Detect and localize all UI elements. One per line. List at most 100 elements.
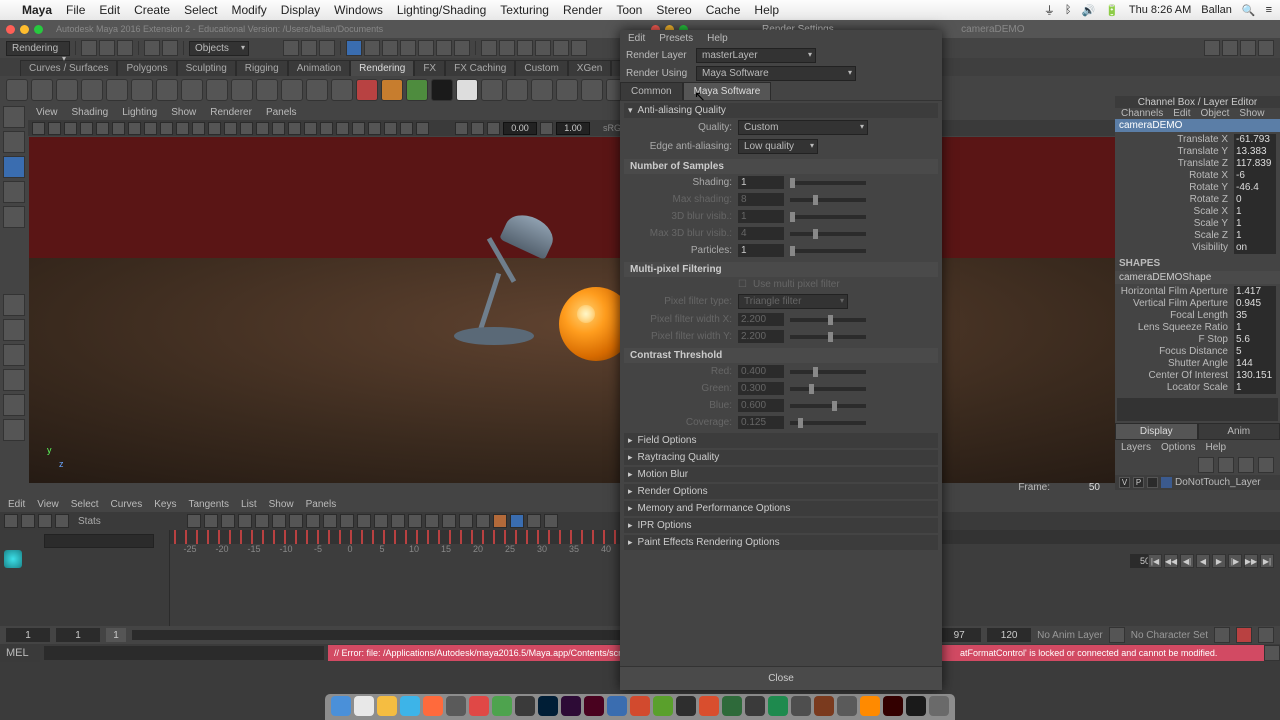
ge-icon[interactable]: [187, 514, 201, 528]
shelf-tab[interactable]: Curves / Surfaces: [20, 60, 117, 76]
dlg-menu-edit[interactable]: Edit: [628, 33, 645, 44]
ch-menu[interactable]: Channels: [1121, 108, 1163, 119]
dock-app-icon[interactable]: [676, 696, 696, 716]
shelf-icon[interactable]: [556, 79, 578, 101]
vp-icon[interactable]: [224, 122, 237, 135]
shelf-icon[interactable]: [231, 79, 253, 101]
channel-row[interactable]: Vertical Film Aperture0.945: [1115, 298, 1280, 310]
dock-app-icon[interactable]: [469, 696, 489, 716]
channel-row[interactable]: Scale Y1: [1115, 218, 1280, 230]
shelf-tab[interactable]: FX Caching: [445, 60, 515, 76]
batt-icon[interactable]: 🔋: [1105, 4, 1119, 17]
layout-icon[interactable]: [1240, 40, 1256, 56]
tab-common[interactable]: Common: [620, 82, 683, 100]
vp-menu-renderer[interactable]: Renderer: [210, 107, 252, 118]
search-input[interactable]: [44, 534, 154, 548]
channel-row[interactable]: Rotate Y-46.4: [1115, 182, 1280, 194]
ge-icon[interactable]: [323, 514, 337, 528]
vp-icon[interactable]: [32, 122, 45, 135]
playback-end[interactable]: 97: [937, 628, 981, 642]
shading-slider[interactable]: [790, 181, 866, 185]
ge-menu[interactable]: Keys: [154, 499, 176, 510]
snap-icon[interactable]: [346, 40, 362, 56]
vp-icon[interactable]: [272, 122, 285, 135]
shelf-icon[interactable]: [81, 79, 103, 101]
play-back-icon[interactable]: ◀: [1196, 554, 1210, 568]
play-fwd-icon[interactable]: ▶: [1212, 554, 1226, 568]
range-start[interactable]: 1: [6, 628, 50, 642]
vol-icon[interactable]: 🔊: [1082, 4, 1096, 17]
layers-menu[interactable]: Options: [1161, 442, 1195, 453]
ge-menu[interactable]: List: [241, 499, 257, 510]
dropdown-icon[interactable]: [1214, 627, 1230, 643]
render-using-dropdown[interactable]: Maya Software: [696, 66, 856, 81]
shelf-tab[interactable]: Rigging: [236, 60, 288, 76]
shelf-icon[interactable]: [106, 79, 128, 101]
channel-row[interactable]: Rotate X-6: [1115, 170, 1280, 182]
dock-app-icon[interactable]: [515, 696, 535, 716]
new-scene-icon[interactable]: [81, 40, 97, 56]
vp-icon[interactable]: [160, 122, 173, 135]
menu-texturing[interactable]: Texturing: [500, 3, 549, 17]
layers-menu[interactable]: Help: [1205, 442, 1226, 453]
layout-icon[interactable]: [3, 394, 25, 416]
layer-icon[interactable]: [1238, 457, 1254, 473]
menu-modify[interactable]: Modify: [231, 3, 266, 17]
ge-icon[interactable]: [55, 514, 69, 528]
prev-key-icon[interactable]: ◀|: [1180, 554, 1194, 568]
ge-icon[interactable]: [527, 514, 541, 528]
shelf-icon[interactable]: [281, 79, 303, 101]
shelf-icon[interactable]: [531, 79, 553, 101]
layers-menu[interactable]: Layers: [1121, 442, 1151, 453]
save-scene-icon[interactable]: [117, 40, 133, 56]
step-fwd-icon[interactable]: ▶▶: [1244, 554, 1258, 568]
ge-icon[interactable]: [340, 514, 354, 528]
ge-icon[interactable]: [408, 514, 422, 528]
go-end-icon[interactable]: ▶|: [1260, 554, 1274, 568]
shape-name[interactable]: cameraDEMOShape: [1115, 271, 1280, 284]
dock-app-icon[interactable]: [722, 696, 742, 716]
render-icon[interactable]: [535, 40, 551, 56]
dock-app-icon[interactable]: [906, 696, 926, 716]
shelf-icon[interactable]: [256, 79, 278, 101]
select-tool-icon[interactable]: [3, 106, 25, 128]
tab-maya-software[interactable]: Maya Software: [683, 82, 772, 100]
render-icon[interactable]: [481, 40, 497, 56]
vp-icon[interactable]: [96, 122, 109, 135]
sel-icon[interactable]: [319, 40, 335, 56]
exposure-field[interactable]: 0.00: [503, 122, 537, 135]
dock-app-icon[interactable]: [354, 696, 374, 716]
go-start-icon[interactable]: |◀: [1148, 554, 1162, 568]
layer-cb[interactable]: [1147, 477, 1158, 488]
dock-app-icon[interactable]: [538, 696, 558, 716]
dock-app-icon[interactable]: [883, 696, 903, 716]
shelf-icon[interactable]: [306, 79, 328, 101]
layer-icon[interactable]: [1218, 457, 1234, 473]
shelf-icon[interactable]: [356, 79, 378, 101]
shelf-tab[interactable]: Animation: [288, 60, 350, 76]
open-scene-icon[interactable]: [99, 40, 115, 56]
shelf-icon[interactable]: [481, 79, 503, 101]
section-header[interactable]: Motion Blur: [624, 467, 938, 482]
shelf-icon[interactable]: [131, 79, 153, 101]
channel-row[interactable]: Horizontal Film Aperture1.417: [1115, 286, 1280, 298]
layer-vis[interactable]: V: [1119, 477, 1130, 488]
layout-icon[interactable]: [3, 369, 25, 391]
shelf-icon[interactable]: [181, 79, 203, 101]
shelf-icon[interactable]: [431, 79, 453, 101]
ge-icon[interactable]: [38, 514, 52, 528]
channel-row[interactable]: Scale Z1: [1115, 230, 1280, 242]
dock-app-icon[interactable]: [561, 696, 581, 716]
aa-section[interactable]: Anti-aliasing Quality: [624, 103, 938, 118]
snap-icon[interactable]: [382, 40, 398, 56]
menu-cache[interactable]: Cache: [706, 3, 741, 17]
section-header[interactable]: Render Options: [624, 484, 938, 499]
ge-menu[interactable]: Select: [71, 499, 99, 510]
vp-icon[interactable]: [384, 122, 397, 135]
lasso-tool-icon[interactable]: [3, 131, 25, 153]
section-header[interactable]: IPR Options: [624, 518, 938, 533]
snap-icon[interactable]: [364, 40, 380, 56]
section-header[interactable]: Memory and Performance Options: [624, 501, 938, 516]
vp-icon[interactable]: [144, 122, 157, 135]
ch-menu[interactable]: Object: [1201, 108, 1230, 119]
